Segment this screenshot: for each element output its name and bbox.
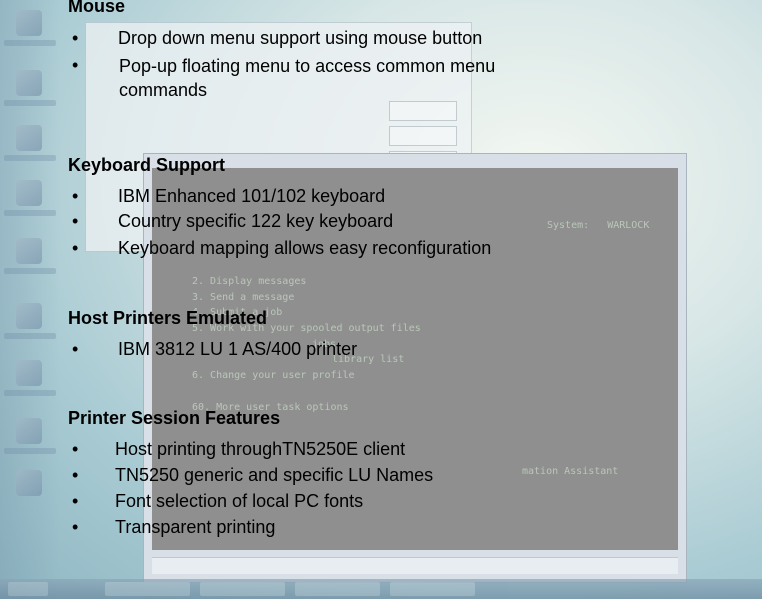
terminal-status-bar	[152, 557, 678, 574]
start-button[interactable]	[8, 582, 48, 596]
section-title-host-printers: Host Printers Emulated	[68, 308, 268, 328]
section-title-printer-session: Printer Session Features	[68, 408, 281, 428]
desktop-icon-label	[4, 210, 56, 216]
shortcut-icon[interactable]	[16, 238, 42, 264]
taskbar-item[interactable]	[200, 582, 285, 596]
bullet-icon: •	[72, 517, 79, 537]
taskbar-item[interactable]	[390, 582, 475, 596]
bullet-icon: •	[72, 28, 79, 48]
terminal-line: mation Assistant	[522, 466, 619, 477]
desktop-icon-label	[4, 448, 56, 454]
list-item-text: Host printing throughTN5250E client	[115, 439, 406, 459]
desktop-icon-column	[0, 0, 60, 599]
terminal-line: 2. Display messages	[192, 276, 307, 287]
taskbar	[0, 579, 762, 599]
desktop-icon-label	[4, 390, 56, 396]
bullet-icon: •	[72, 211, 79, 231]
bullet-icon: •	[72, 491, 79, 511]
bullet-icon: •	[72, 238, 79, 258]
dialog-button	[389, 126, 457, 146]
browser-icon[interactable]	[16, 180, 42, 206]
terminal-line: 6. Change your user profile	[192, 370, 355, 381]
bullet-icon: •	[72, 339, 79, 359]
list-item-text: Font selection of local PC fonts	[115, 491, 364, 511]
terminal-line: System: WARLOCK	[547, 220, 650, 231]
bullet-icon: •	[72, 186, 79, 206]
list-item-text: Pop-up floating menu to access common me…	[119, 56, 496, 100]
list-item-text: IBM 3812 LU 1 AS/400 printer	[118, 339, 358, 359]
network-icon[interactable]	[16, 70, 42, 96]
taskbar-item[interactable]	[295, 582, 380, 596]
desktop-icon-label	[4, 155, 56, 161]
list-item-text: TN5250 generic and specific LU Names	[115, 465, 434, 485]
bullet-icon: •	[72, 439, 79, 459]
document-icon[interactable]	[16, 418, 42, 444]
bullet-icon: •	[72, 465, 79, 485]
list-item-text: Drop down menu support using mouse butto…	[118, 28, 483, 48]
desktop-icon-label	[4, 100, 56, 106]
dialog-button	[389, 101, 457, 121]
desktop-icon-label	[4, 40, 56, 46]
section-title-mouse: Mouse	[68, 0, 126, 16]
section-title-keyboard: Keyboard Support	[68, 155, 226, 175]
application-icon[interactable]	[16, 470, 42, 496]
desktop-icon-label	[4, 268, 56, 274]
terminal-line: 3. Send a message	[192, 292, 295, 303]
folder-icon[interactable]	[16, 125, 42, 151]
taskbar-item[interactable]	[105, 582, 190, 596]
bullet-icon: •	[72, 55, 79, 75]
list-item-text: Country specific 122 key keyboard	[118, 211, 394, 231]
list-item-text: IBM Enhanced 101/102 keyboard	[118, 186, 386, 206]
list-item-text: Keyboard mapping allows easy reconfigura…	[118, 238, 492, 258]
recycle-bin-icon[interactable]	[16, 303, 42, 329]
computer-icon[interactable]	[16, 10, 42, 36]
application-icon[interactable]	[16, 360, 42, 386]
list-item-text: Transparent printing	[115, 517, 276, 537]
desktop-icon-label	[4, 333, 56, 339]
